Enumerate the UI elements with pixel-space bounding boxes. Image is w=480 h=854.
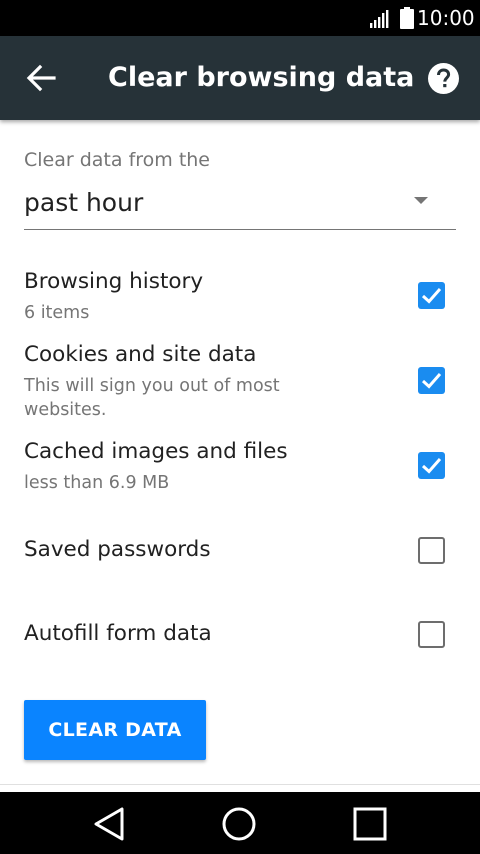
checkmark-icon xyxy=(421,288,442,304)
checkmark-icon xyxy=(421,373,442,389)
cached-images-files-checkbox[interactable] xyxy=(418,452,445,479)
option-subtitle: 6 items xyxy=(24,303,90,323)
checkmark-icon xyxy=(421,458,442,474)
option-subtitle: less than 6.9 MB xyxy=(24,473,170,493)
status-time: 10:00 xyxy=(417,6,475,30)
app-bar: Clear browsing data xyxy=(0,36,480,120)
option-title: Cookies and site data xyxy=(24,342,257,367)
time-range-dropdown[interactable]: past hour xyxy=(24,184,456,230)
time-range-label: Clear data from the xyxy=(24,149,211,171)
help-icon[interactable] xyxy=(428,63,459,94)
divider xyxy=(0,784,480,785)
nav-home-icon[interactable] xyxy=(219,804,259,844)
option-cookies-site-data[interactable]: Cookies and site data This will sign you… xyxy=(0,341,480,423)
option-subtitle: This will sign you out of most websites. xyxy=(24,376,280,420)
time-range-value: past hour xyxy=(24,188,144,217)
autofill-form-data-checkbox[interactable] xyxy=(418,621,445,648)
option-title: Browsing history xyxy=(24,269,204,294)
dropdown-arrow-icon xyxy=(414,197,428,204)
back-arrow-icon[interactable] xyxy=(26,64,56,92)
option-title: Saved passwords xyxy=(24,537,211,562)
signal-icon xyxy=(370,10,389,28)
option-saved-passwords[interactable]: Saved passwords xyxy=(0,536,480,566)
option-browsing-history[interactable]: Browsing history 6 items xyxy=(0,268,480,332)
option-title: Autofill form data xyxy=(24,621,212,646)
browsing-history-checkbox[interactable] xyxy=(418,282,445,309)
nav-recents-icon[interactable] xyxy=(350,804,390,844)
page-title: Clear browsing data xyxy=(108,62,415,93)
cookies-site-data-checkbox[interactable] xyxy=(418,367,445,394)
status-bar: 10:00 xyxy=(0,0,480,36)
battery-icon xyxy=(400,7,414,29)
clear-data-button[interactable]: CLEAR DATA xyxy=(24,700,206,760)
saved-passwords-checkbox[interactable] xyxy=(418,537,445,564)
navigation-bar xyxy=(0,792,480,854)
option-cached-images-files[interactable]: Cached images and files less than 6.9 MB xyxy=(0,438,480,502)
option-autofill-form-data[interactable]: Autofill form data xyxy=(0,620,480,650)
option-title: Cached images and files xyxy=(24,439,288,464)
content: Clear data from the past hour Browsing h… xyxy=(0,120,480,792)
nav-back-icon[interactable] xyxy=(89,804,129,844)
